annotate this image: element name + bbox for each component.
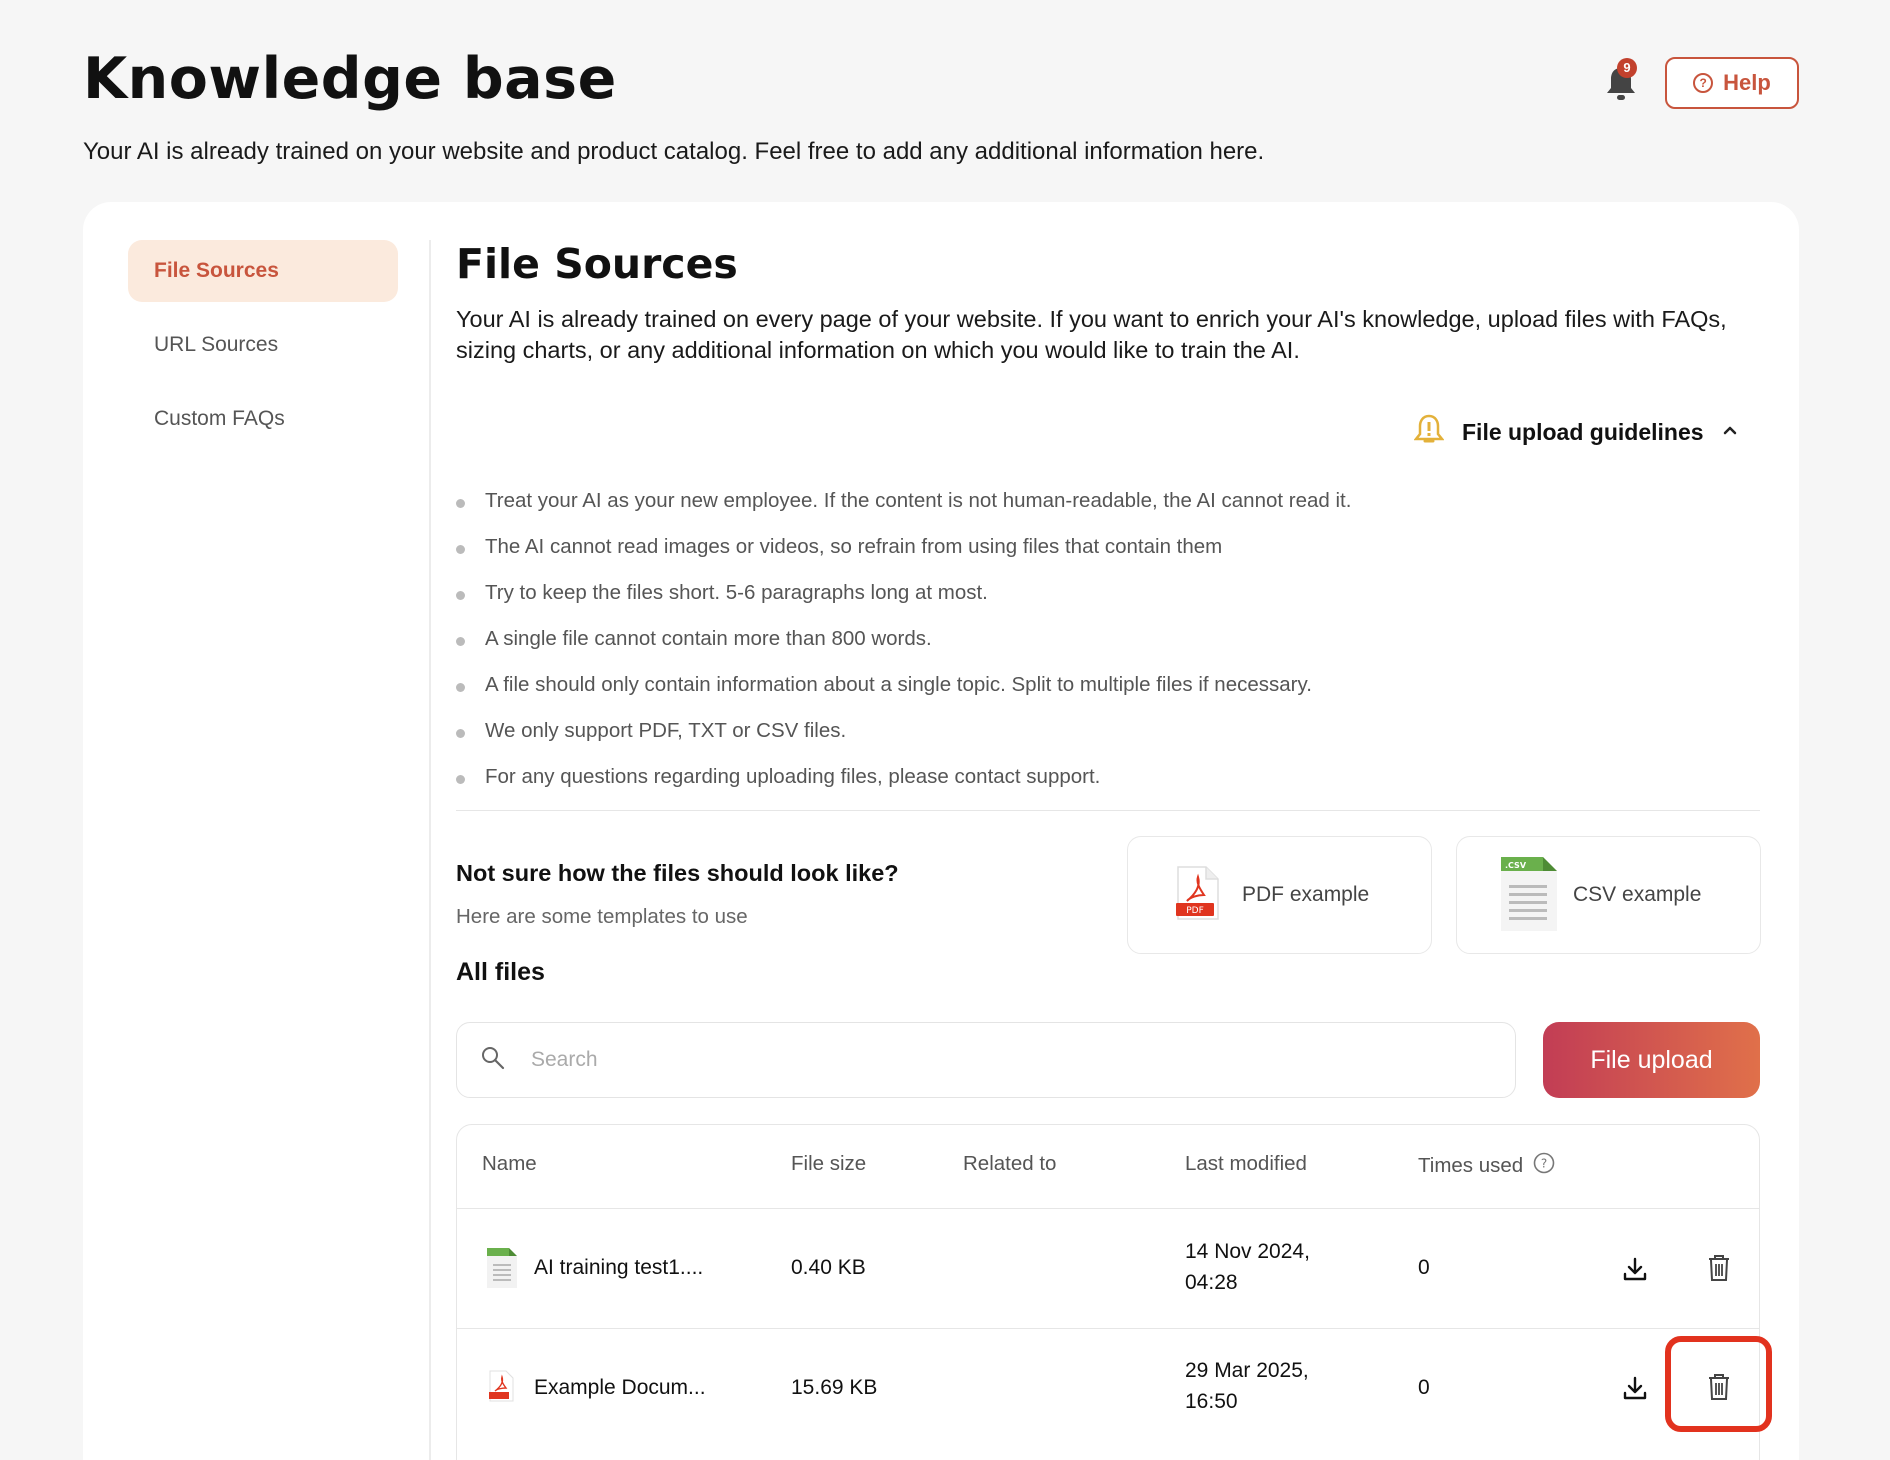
- download-icon[interactable]: [1615, 1249, 1655, 1289]
- table-divider: [457, 1328, 1759, 1329]
- column-header-used-label: Times used: [1418, 1154, 1524, 1177]
- files-table: [456, 1124, 1760, 1460]
- file-times-used: 0: [1418, 1256, 1430, 1279]
- guidelines-toggle[interactable]: File upload guidelines: [1413, 412, 1738, 452]
- file-name[interactable]: AI training test1....: [534, 1256, 703, 1280]
- column-header-name[interactable]: Name: [482, 1152, 537, 1176]
- file-times-used: 0: [1418, 1376, 1430, 1399]
- column-header-size[interactable]: File size: [791, 1152, 866, 1176]
- table-divider: [457, 1208, 1759, 1209]
- column-header-related[interactable]: Related to: [963, 1152, 1056, 1176]
- sidebar: File Sources URL Sources Custom FAQs: [128, 240, 398, 462]
- guideline-item: We only support PDF, TXT or CSV files.: [456, 708, 1351, 754]
- section-divider: [456, 810, 1760, 811]
- templates-subtitle: Here are some templates to use: [456, 905, 748, 928]
- chevron-up-icon: [1722, 423, 1738, 441]
- guideline-item: A single file cannot contain more than 8…: [456, 616, 1351, 662]
- guidelines-title: File upload guidelines: [1462, 418, 1704, 445]
- svg-text:.CSV: .CSV: [1505, 861, 1527, 870]
- sidebar-divider: [429, 240, 431, 1460]
- sidebar-item-label: URL Sources: [154, 333, 279, 356]
- templates-title: Not sure how the files should look like?: [456, 860, 899, 886]
- sidebar-item-custom-faqs[interactable]: Custom FAQs: [128, 388, 398, 450]
- svg-text:PDF: PDF: [1186, 906, 1204, 916]
- guideline-item: The AI cannot read images or videos, so …: [456, 524, 1351, 570]
- all-files-title: All files: [456, 958, 545, 986]
- file-name[interactable]: Example Docum...: [534, 1376, 706, 1400]
- file-modified: 14 Nov 2024, 04:28: [1185, 1240, 1310, 1294]
- svg-text:?: ?: [1541, 1157, 1547, 1171]
- csv-example-card[interactable]: .CSV CSV example: [1456, 836, 1761, 954]
- pdf-file-icon: PDF: [1174, 865, 1220, 926]
- pdf-example-label: PDF example: [1242, 883, 1370, 906]
- csv-file-icon: [481, 1246, 523, 1290]
- guideline-item: A file should only contain information a…: [456, 662, 1351, 708]
- csv-example-label: CSV example: [1573, 883, 1702, 906]
- download-icon[interactable]: [1615, 1368, 1655, 1408]
- help-button[interactable]: ? Help: [1665, 57, 1799, 109]
- file-size: 0.40 KB: [791, 1256, 866, 1279]
- knowledge-base-page: Knowledge base Your AI is already traine…: [0, 0, 1890, 1460]
- guidelines-list: Treat your AI as your new employee. If t…: [456, 478, 1351, 800]
- sidebar-item-url-sources[interactable]: URL Sources: [128, 314, 398, 376]
- help-label: Help: [1723, 70, 1771, 95]
- search-icon: [481, 1046, 505, 1075]
- csv-file-icon: .CSV: [1497, 853, 1559, 938]
- notification-badge: 9: [1617, 58, 1637, 78]
- guideline-item: For any questions regarding uploading fi…: [456, 754, 1351, 800]
- sidebar-item-label: File Sources: [154, 259, 279, 282]
- section-title: File Sources: [456, 240, 738, 288]
- file-modified: 29 Mar 2025, 16:50: [1185, 1359, 1309, 1413]
- alert-bell-icon: [1413, 413, 1445, 452]
- pdf-file-icon: [484, 1368, 518, 1404]
- pdf-example-card[interactable]: PDF PDF example: [1127, 836, 1432, 954]
- search-input[interactable]: [531, 1048, 1431, 1072]
- file-size: 15.69 KB: [791, 1376, 878, 1399]
- sidebar-item-file-sources[interactable]: File Sources: [128, 240, 398, 302]
- search-box: [456, 1022, 1516, 1098]
- sidebar-item-label: Custom FAQs: [154, 407, 285, 430]
- section-description: Your AI is already trained on every page…: [456, 306, 1727, 363]
- guideline-item: Treat your AI as your new employee. If t…: [456, 478, 1351, 524]
- column-header-used[interactable]: Times used ?: [1418, 1152, 1555, 1180]
- trash-icon[interactable]: [1699, 1248, 1739, 1288]
- guideline-item: Try to keep the files short. 5-6 paragra…: [456, 570, 1351, 616]
- trash-icon[interactable]: [1699, 1367, 1739, 1407]
- question-icon: ?: [1693, 73, 1714, 93]
- page-title: Knowledge base: [83, 46, 617, 112]
- page-subtitle: Your AI is already trained on your websi…: [83, 138, 1265, 165]
- file-upload-button[interactable]: File upload: [1543, 1022, 1760, 1098]
- info-question-icon[interactable]: ?: [1533, 1152, 1555, 1180]
- column-header-modified[interactable]: Last modified: [1185, 1152, 1307, 1176]
